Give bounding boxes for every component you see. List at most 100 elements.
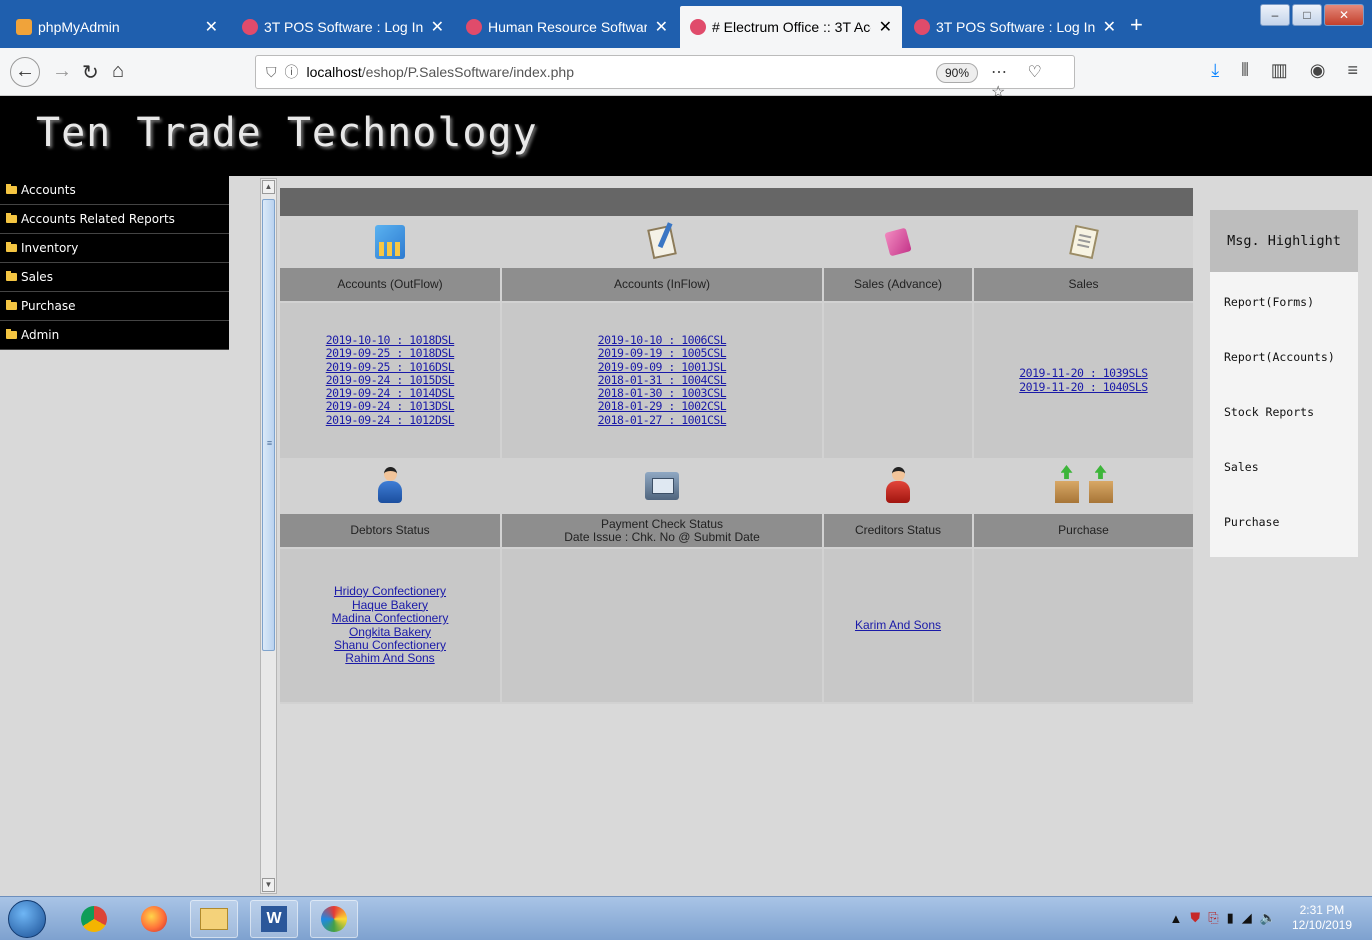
outflow-link[interactable]: 2019-09-25 : 1018DSL — [326, 346, 455, 360]
debtor-link[interactable]: Ongkita Bakery — [349, 625, 431, 639]
home-icon[interactable]: ⌂ — [112, 60, 124, 83]
menu-item-purchase[interactable]: Purchase — [0, 292, 229, 321]
tab-3t-pos-login-2[interactable]: 3T POS Software : Log In Page ✕ — [904, 6, 1126, 48]
windows-taskbar: W ▲ ⛊ ⎘ ▮ ◢ 🔈 2:31 PM 12/10/2019 — [0, 896, 1372, 940]
outflow-list: 2019-10-10 : 1018DSL 2019-09-25 : 1018DS… — [280, 303, 500, 458]
inflow-link[interactable]: 2019-10-10 : 1006CSL — [598, 333, 727, 347]
account-icon[interactable]: ◉ — [1310, 60, 1326, 81]
paint-icon[interactable] — [310, 900, 358, 938]
outflow-link[interactable]: 2019-09-24 : 1013DSL — [326, 400, 455, 414]
info-icon[interactable]: ⓘ — [285, 62, 299, 82]
person-blue-icon — [377, 467, 403, 505]
inflow-link[interactable]: 2018-01-27 : 1001CSL — [598, 413, 727, 427]
printer-icon — [645, 472, 679, 500]
heading-purchase: Purchase — [974, 514, 1193, 547]
site-icon — [242, 19, 258, 35]
windows-start-icon[interactable] — [8, 900, 46, 938]
word-icon[interactable]: W — [250, 900, 298, 938]
sales-link[interactable]: 2019-11-20 : 1039SLS — [1019, 366, 1148, 380]
maximize-button[interactable]: □ — [1292, 4, 1322, 26]
url-bar[interactable]: ⛉ ⓘ localhost /eshop/P.SalesSoftware/ind… — [255, 55, 1075, 101]
inflow-link[interactable]: 2018-01-31 : 1004CSL — [598, 373, 727, 387]
network-icon[interactable]: ◢ — [1242, 910, 1252, 926]
menu-item-inventory[interactable]: Inventory — [0, 234, 229, 263]
debtor-link[interactable]: Madina Confectionery — [332, 611, 449, 625]
inflow-link[interactable]: 2018-01-30 : 1003CSL — [598, 386, 727, 400]
sales-link[interactable]: 2019-11-20 : 1040SLS — [1019, 380, 1148, 394]
outflow-link[interactable]: 2019-09-24 : 1014DSL — [326, 386, 455, 400]
close-icon[interactable]: ✕ — [431, 17, 444, 37]
inflow-link[interactable]: 2018-01-29 : 1002CSL — [598, 400, 727, 414]
firefox-icon[interactable] — [130, 900, 178, 938]
menu-item-sales[interactable]: Sales — [0, 263, 229, 292]
close-icon[interactable]: ✕ — [655, 17, 668, 37]
close-icon[interactable]: ✕ — [1103, 17, 1116, 37]
link-stock-reports[interactable]: Stock Reports — [1210, 384, 1358, 439]
zoom-level[interactable]: 90% — [936, 63, 979, 83]
heading-payment-check: Payment Check Status Date Issue : Chk. N… — [502, 514, 822, 547]
battery-icon[interactable]: ▮ — [1227, 910, 1234, 926]
debtor-link[interactable]: Shanu Confectionery — [334, 638, 446, 652]
menu-item-accounts-reports[interactable]: Accounts Related Reports — [0, 205, 229, 234]
outflow-link[interactable]: 2019-09-24 : 1015DSL — [326, 373, 455, 387]
person-red-icon — [885, 467, 911, 505]
scroll-thumb[interactable]: ≡ — [262, 199, 275, 651]
link-purchase[interactable]: Purchase — [1210, 494, 1358, 549]
tab-electrum-office[interactable]: # Electrum Office :: 3T Account ✕ — [680, 6, 902, 48]
forward-arrow-icon[interactable]: → — [52, 60, 72, 83]
back-arrow-icon[interactable]: ← — [10, 57, 40, 87]
window-close-button[interactable]: ✕ — [1324, 4, 1364, 26]
payment-check-list — [502, 549, 822, 702]
system-clock[interactable]: 2:31 PM 12/10/2019 — [1292, 903, 1352, 933]
creditor-link[interactable]: Karim And Sons — [855, 618, 941, 632]
pdf-icon[interactable]: ⎘ — [1208, 910, 1218, 926]
minimize-button[interactable]: – — [1260, 4, 1290, 26]
tab-title: 3T POS Software : Log In Page — [936, 19, 1095, 35]
outflow-link[interactable]: 2019-09-25 : 1016DSL — [326, 360, 455, 374]
new-tab-button[interactable]: + — [1130, 12, 1143, 38]
site-header: Ten Trade Technology — [0, 96, 1372, 176]
inflow-link[interactable]: 2019-09-19 : 1005CSL — [598, 346, 727, 360]
clock-time: 2:31 PM — [1299, 903, 1345, 917]
link-sales[interactable]: Sales — [1210, 439, 1358, 494]
debtor-link[interactable]: Hridoy Confectionery — [334, 584, 446, 598]
heading-accounts-inflow: Accounts (InFlow) — [502, 268, 822, 301]
sidebar-icon[interactable]: ▥ — [1271, 60, 1288, 81]
file-explorer-icon[interactable] — [190, 900, 238, 938]
link-report-forms[interactable]: Report(Forms) — [1210, 274, 1358, 329]
browser-nav-bar: ← → ↻ ⌂ ⛉ ⓘ localhost /eshop/P.SalesSoft… — [0, 48, 1372, 101]
frame-scrollbar[interactable]: ▲ ≡ ▼ — [260, 178, 277, 894]
purchase-list — [974, 549, 1193, 702]
tab-human-resource[interactable]: Human Resource Software with ✕ — [456, 6, 678, 48]
chrome-icon[interactable] — [70, 900, 118, 938]
close-icon[interactable]: ✕ — [879, 17, 892, 37]
menu-item-admin[interactable]: Admin — [0, 321, 229, 350]
link-report-accounts[interactable]: Report(Accounts) — [1210, 329, 1358, 384]
tab-title: phpMyAdmin — [38, 19, 120, 35]
heading-sales-advance: Sales (Advance) — [824, 268, 972, 301]
inflow-link[interactable]: 2019-09-09 : 1001JSL — [598, 360, 727, 374]
scroll-down-arrow-icon[interactable]: ▼ — [262, 878, 275, 892]
menu-item-accounts[interactable]: Accounts — [0, 176, 229, 205]
outflow-icon-cell — [280, 216, 500, 268]
dashboard-top-bar — [280, 188, 1193, 216]
outflow-link[interactable]: 2019-10-10 : 1018DSL — [326, 333, 455, 347]
menu-icon[interactable]: ≡ — [1347, 60, 1358, 81]
report-links: Report(Forms) Report(Accounts) Stock Rep… — [1210, 272, 1358, 557]
download-icon[interactable]: ⤓ — [1211, 60, 1219, 81]
tab-title: 3T POS Software : Log In Page — [264, 19, 423, 35]
scroll-up-arrow-icon[interactable]: ▲ — [262, 180, 275, 194]
security-shield-icon[interactable]: ⛊ — [1190, 910, 1200, 926]
debtor-link[interactable]: Haque Bakery — [352, 598, 428, 612]
reload-icon[interactable]: ↻ — [82, 60, 99, 85]
volume-icon[interactable]: 🔈 — [1260, 910, 1276, 926]
debtor-link[interactable]: Rahim And Sons — [345, 651, 434, 665]
tab-3t-pos-login[interactable]: 3T POS Software : Log In Page ✕ — [232, 6, 454, 48]
library-icon[interactable]: ⫴ — [1241, 60, 1249, 81]
close-icon[interactable]: ✕ — [205, 17, 218, 37]
show-hidden-icons-icon[interactable]: ▲ — [1170, 911, 1183, 926]
book-icon — [884, 227, 912, 257]
tab-phpmyadmin[interactable]: phpMyAdmin ✕ — [6, 6, 228, 48]
menu-item-label: Admin — [21, 328, 60, 342]
outflow-link[interactable]: 2019-09-24 : 1012DSL — [326, 413, 455, 427]
